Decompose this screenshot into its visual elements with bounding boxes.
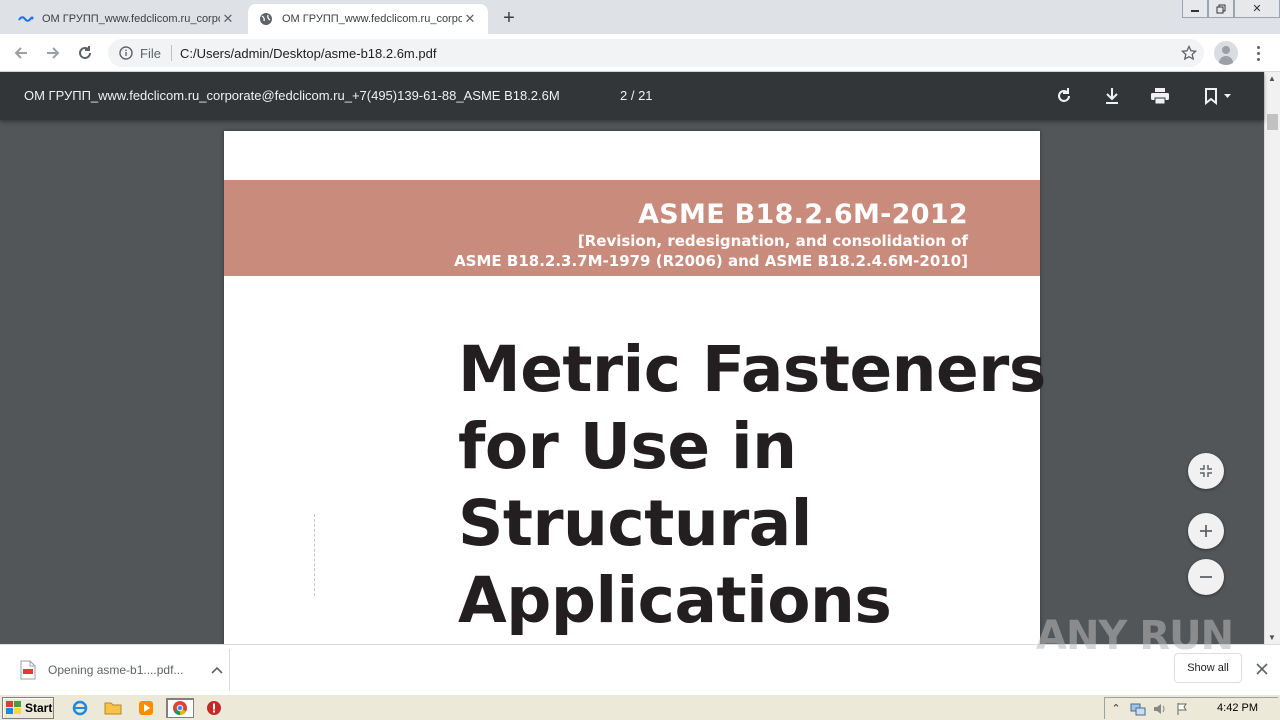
bookmark-icon[interactable] <box>1196 84 1236 108</box>
pdf-title: ОМ ГРУПП_www.fedclicom.ru_corporate@fedc… <box>24 88 560 103</box>
info-icon[interactable] <box>118 45 134 61</box>
divider <box>314 514 315 596</box>
window-close-button[interactable]: ✕ <box>1234 0 1280 18</box>
revision-line-2: ASME B18.2.3.7M-1979 (R2006) and ASME B1… <box>454 252 968 270</box>
pdf-page: ASME B18.2.6M-2012 [Revision, redesignat… <box>224 131 1046 644</box>
download-icon[interactable] <box>1100 84 1124 108</box>
star-icon[interactable] <box>1174 45 1204 61</box>
tab-title: ОМ ГРУПП_www.fedclicom.ru_corporate@fedc… <box>282 13 462 25</box>
network-icon[interactable] <box>1127 700 1149 718</box>
anyrun-watermark: ANY RUN <box>1036 606 1234 666</box>
avatar[interactable] <box>1214 41 1238 65</box>
address-bar[interactable]: File C:/Users/admin/Desktop/asme-b18.2.6… <box>108 39 1204 67</box>
print-icon[interactable] <box>1148 84 1172 108</box>
back-icon[interactable] <box>8 40 34 66</box>
stop-icon[interactable] <box>202 698 226 718</box>
close-icon[interactable] <box>1252 659 1272 679</box>
reload-icon[interactable] <box>72 40 98 66</box>
chrome-icon[interactable] <box>166 698 194 718</box>
forward-icon[interactable] <box>40 40 66 66</box>
window-controls: ✕ <box>1182 0 1280 20</box>
standard-code: ASME B18.2.6M-2012 <box>638 199 968 230</box>
globe-icon <box>258 11 274 27</box>
vertical-scrollbar[interactable]: ▲ ▼ <box>1264 72 1280 644</box>
tray-expand-icon[interactable]: ⌃ <box>1105 700 1127 718</box>
start-button[interactable]: Start <box>2 697 54 719</box>
page-indicator: 2 / 21 <box>620 88 653 103</box>
chevron-up-icon[interactable] <box>205 666 229 674</box>
media-player-icon[interactable] <box>134 698 158 718</box>
pdf-toolbar: ОМ ГРУПП_www.fedclicom.ru_corporate@fedc… <box>0 72 1264 120</box>
download-status: Opening asme-b1....pdf... <box>48 663 184 677</box>
scroll-up-arrow[interactable]: ▲ <box>1268 74 1276 83</box>
revision-line-1: [Revision, redesignation, and consolidat… <box>577 232 968 250</box>
tab-strip: ОМ ГРУПП_www.fedclicom.ru_corporate@fedc… <box>0 0 1280 34</box>
fit-page-icon[interactable] <box>1188 453 1224 489</box>
rotate-icon[interactable] <box>1052 84 1076 108</box>
folder-icon[interactable] <box>101 698 125 718</box>
title-line: Applications <box>458 564 892 637</box>
url-scheme: File <box>140 45 161 61</box>
close-icon[interactable]: ✕ <box>220 11 236 27</box>
watermark-text: ANY RUN <box>1036 613 1234 659</box>
windows-flag-icon <box>6 701 22 715</box>
pdf-file-icon <box>20 660 36 680</box>
scroll-down-arrow[interactable]: ▼ <box>1268 633 1276 642</box>
title-line: Metric Fasteners <box>458 333 1046 406</box>
system-tray: ⌃ 4:42 PM <box>1104 697 1278 719</box>
title-line: Structural <box>458 487 812 560</box>
ie-icon[interactable] <box>68 698 92 718</box>
volume-icon[interactable] <box>1149 700 1171 718</box>
menu-icon[interactable] <box>1250 42 1266 64</box>
minimize-button[interactable] <box>1182 0 1208 18</box>
tab-title: ОМ ГРУПП_www.fedclicom.ru_corporate@fedc… <box>42 13 220 25</box>
close-icon[interactable]: ✕ <box>462 11 478 27</box>
url-text[interactable]: C:/Users/admin/Desktop/asme-b18.2.6m.pdf <box>180 46 437 61</box>
taskbar: Start ⌃ 4:42 PM <box>0 694 1280 720</box>
flag-icon[interactable] <box>1171 700 1193 718</box>
scroll-thumb[interactable] <box>1267 114 1278 130</box>
zoom-out-icon[interactable] <box>1188 559 1224 595</box>
tab-active[interactable]: ОМ ГРУПП_www.fedclicom.ru_corporate@fedc… <box>248 4 488 34</box>
document-title: Metric Fasteners for Use in Structural A… <box>458 331 1046 639</box>
zoom-in-icon[interactable] <box>1188 513 1224 549</box>
download-item[interactable]: Opening asme-b1....pdf... <box>8 649 230 691</box>
new-tab-icon[interactable]: + <box>496 6 522 30</box>
browser-toolbar: File C:/Users/admin/Desktop/asme-b18.2.6… <box>0 34 1280 72</box>
tab-inactive[interactable]: ОМ ГРУПП_www.fedclicom.ru_corporate@fedc… <box>8 4 246 34</box>
start-label: Start <box>25 701 53 715</box>
pdf-viewer[interactable]: ASME B18.2.6M-2012 [Revision, redesignat… <box>0 120 1264 644</box>
header-band: ASME B18.2.6M-2012 [Revision, redesignat… <box>224 180 1040 276</box>
clock: 4:42 PM <box>1217 702 1258 714</box>
url-separator <box>170 45 172 61</box>
chrome-wave-icon <box>18 11 34 27</box>
restore-button[interactable] <box>1208 0 1234 18</box>
title-line: for Use in <box>458 410 797 483</box>
